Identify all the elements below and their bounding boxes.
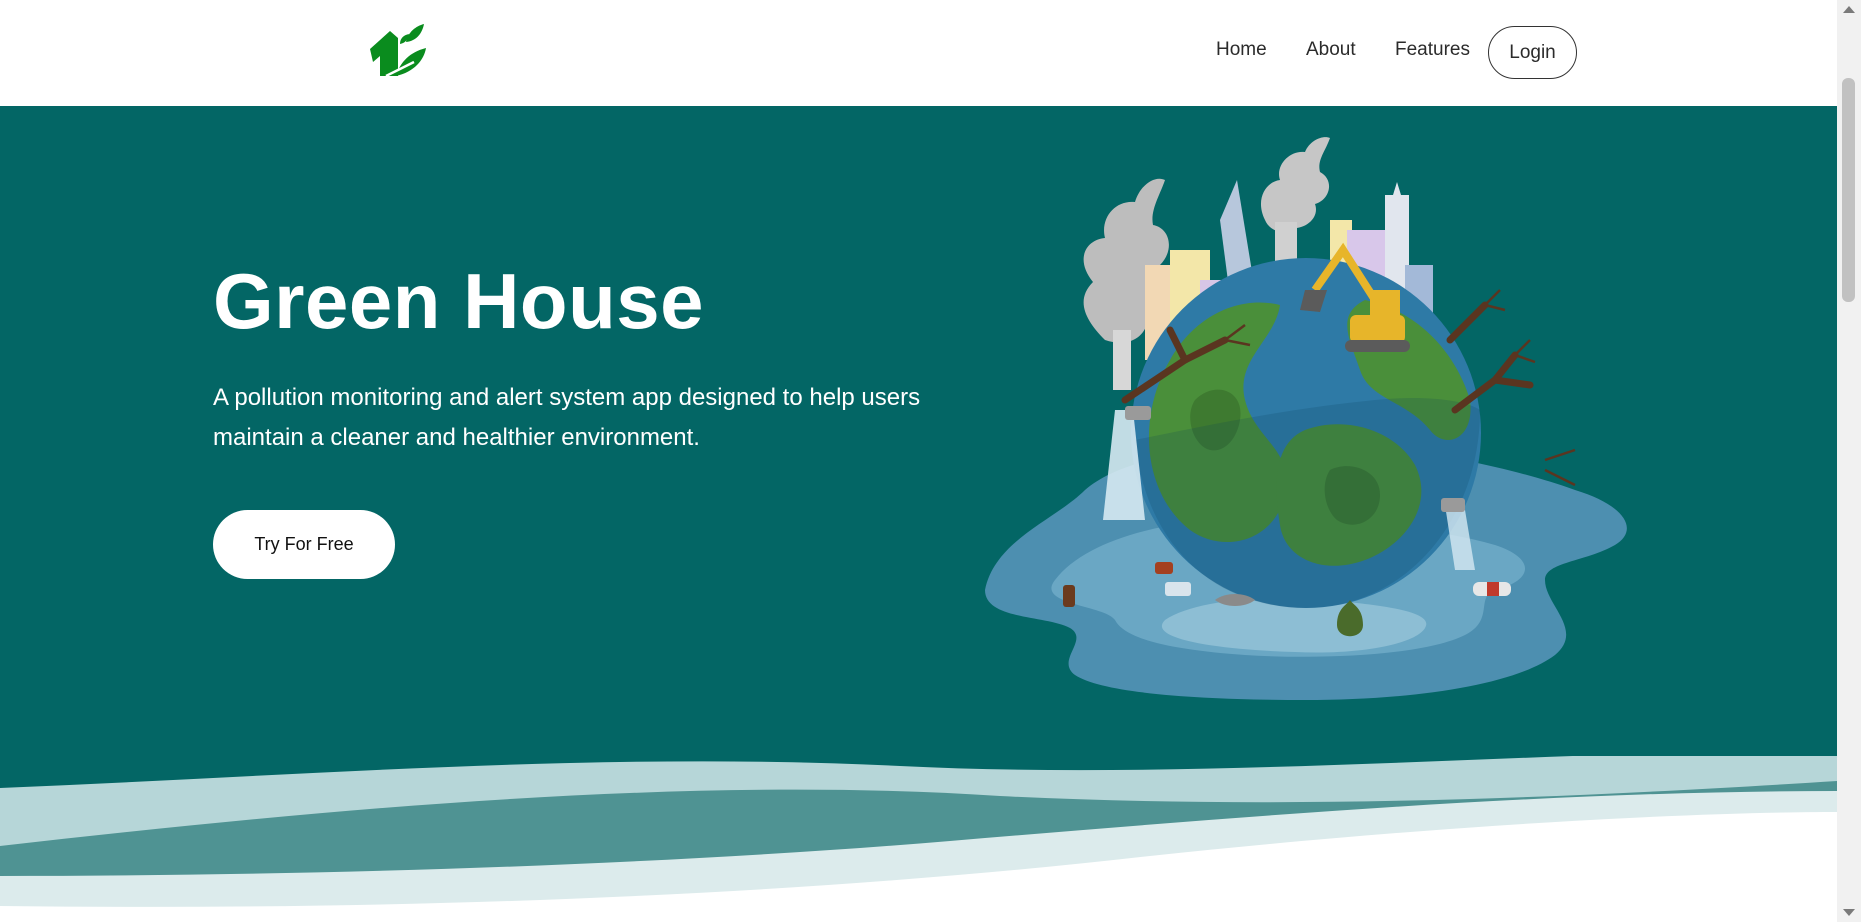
nav-home-link[interactable]: Home	[1216, 39, 1267, 61]
nav-about-link[interactable]: About	[1306, 39, 1356, 61]
polluted-earth-illustration	[985, 137, 1627, 700]
scroll-down-arrow-icon[interactable]	[1843, 909, 1855, 916]
scrollbar-thumb[interactable]	[1842, 78, 1855, 302]
nav-features-link[interactable]: Features	[1395, 39, 1470, 61]
hero-title: Green House	[213, 257, 704, 345]
page-viewport: Home About Features Login Green House A …	[0, 0, 1837, 922]
navbar: Home About Features Login	[0, 0, 1837, 106]
scroll-up-arrow-icon[interactable]	[1843, 6, 1855, 13]
wave-divider	[0, 756, 1837, 922]
try-for-free-button[interactable]: Try For Free	[213, 510, 395, 579]
house-leaf-icon[interactable]	[366, 22, 428, 76]
hero-description: A pollution monitoring and alert system …	[213, 384, 921, 451]
vertical-scrollbar[interactable]	[1837, 0, 1861, 922]
login-button[interactable]: Login	[1488, 26, 1577, 79]
hero-section: Green House A pollution monitoring and a…	[0, 106, 1837, 922]
